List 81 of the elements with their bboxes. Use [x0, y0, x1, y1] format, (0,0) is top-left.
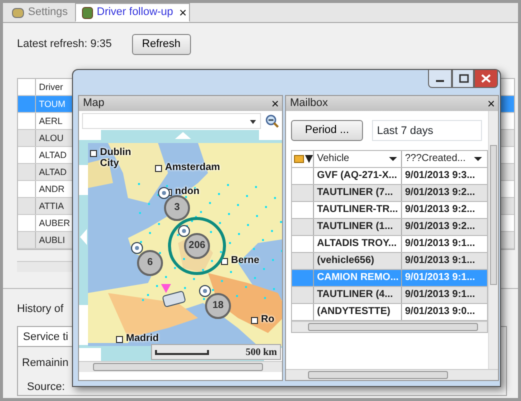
- scrollbar[interactable]: [286, 369, 498, 380]
- column-header[interactable]: ???Created...: [402, 151, 486, 167]
- period-field[interactable]: Last 7 days: [372, 120, 482, 141]
- table-cell-text: ANDR: [38, 183, 66, 196]
- table-cell-text: 9/01/2013 9:1...: [404, 254, 476, 268]
- table-cell: (vehicle656): [314, 253, 402, 269]
- table-cell: TAUTLINER (7...: [314, 185, 402, 201]
- table-cell: (ANDYTESTTE): [314, 304, 402, 320]
- envelope-icon: [294, 155, 304, 163]
- caret-icon: [250, 120, 256, 124]
- close-button[interactable]: ×: [481, 96, 498, 111]
- table-cell-text: 9/01/2013 9:3...: [404, 169, 476, 183]
- column-header[interactable]: Vehicle: [314, 151, 402, 167]
- table-cell-text: ALOU: [38, 132, 65, 145]
- tab[interactable]: Settings: [5, 3, 75, 22]
- city-label: Ro: [261, 314, 274, 325]
- field-label: Remainin: [22, 356, 68, 370]
- scrollbar[interactable]: [488, 111, 498, 369]
- table-cell: CAMION REMO...: [314, 270, 402, 286]
- city-label: Berne: [231, 255, 260, 266]
- panel-title: Mailbox: [290, 96, 328, 111]
- table-cell-text: ALTAD: [38, 149, 68, 162]
- column-header[interactable]: Driver: [36, 79, 76, 95]
- maximize-icon: [459, 74, 469, 83]
- close-button[interactable]: ×: [173, 6, 187, 19]
- table-cell: TAUTLINER (4...: [314, 287, 402, 303]
- city-label: ndon: [175, 186, 200, 197]
- table-cell-text: ALTAD: [38, 166, 68, 179]
- table-cell-text: 9/01/2013 9:1...: [404, 271, 476, 285]
- table-cell-text: 9/01/2013 9:1...: [404, 288, 476, 302]
- table-cell-text: ATTIA: [38, 200, 65, 213]
- city-marker-icon: [116, 336, 123, 343]
- city-label: Amsterdam: [165, 162, 220, 173]
- city-label: Madrid: [126, 333, 159, 344]
- scrollbar[interactable]: [292, 321, 487, 332]
- table-row[interactable]: TAUTLINER (7... 9/01/2013 9:2...: [292, 185, 487, 202]
- minimize-button[interactable]: [428, 70, 452, 88]
- period-button[interactable]: Period ...: [291, 120, 363, 141]
- map-view[interactable]: Dublin City Amsterdam ndon Berne Madrid Ro 3 206 6 18 500 km: [79, 130, 282, 361]
- table-cell-text: AUBLI: [38, 234, 66, 247]
- table-cell: TAUTLINER-TR...: [314, 202, 402, 218]
- panel-title: Map: [83, 96, 104, 111]
- table-cell-text: AERL: [38, 115, 64, 128]
- header-label: Vehicle: [317, 152, 350, 166]
- table-row[interactable]: TAUTLINER (1... 9/01/2013 9:2...: [292, 219, 487, 236]
- refresh-button[interactable]: Refresh: [132, 34, 191, 54]
- scrollbar[interactable]: [79, 361, 282, 372]
- table-cell: ALTADIS TROY...: [314, 236, 402, 252]
- table-cell-text: 9/01/2013 9:2...: [404, 203, 476, 217]
- refresh-time-label: Latest refresh: 9:35: [17, 37, 112, 52]
- table-row[interactable]: (vehicle656) 9/01/2013 9:1...: [292, 253, 487, 270]
- city-marker-icon: [90, 150, 97, 157]
- table-cell-text: 9/01/2013 9:2...: [404, 220, 476, 234]
- table-cell-text: 9/01/2013 9:1...: [404, 237, 476, 251]
- close-button[interactable]: [474, 70, 498, 88]
- close-button[interactable]: ×: [265, 96, 282, 111]
- table-row[interactable]: TAUTLINER (4... 9/01/2013 9:1...: [292, 287, 487, 304]
- zoom-out-icon[interactable]: [265, 114, 279, 128]
- section-title: History of: [17, 302, 64, 317]
- caret-icon: [389, 157, 397, 161]
- maximize-button[interactable]: [452, 70, 474, 88]
- tab[interactable]: Driver follow-up ×: [74, 3, 190, 22]
- filter-icon[interactable]: [305, 155, 313, 163]
- table-cell-text: 9/01/2013 9:0...: [404, 305, 476, 319]
- table-cell: GVF (AQ-271-X...: [314, 168, 402, 184]
- city-marker-icon: [251, 317, 258, 324]
- arrow-icon[interactable]: [175, 132, 191, 139]
- table-cell-text: AUBER: [38, 217, 72, 230]
- table-cell: TAUTLINER (1...: [314, 219, 402, 235]
- down-arrow-icon: [161, 284, 171, 293]
- arrow-icon[interactable]: [80, 229, 87, 245]
- city-label: Dublin City: [100, 147, 130, 169]
- scale-label: 500 km: [246, 346, 277, 360]
- caret-icon: [474, 157, 482, 161]
- table-cell-text: TOUM: [38, 98, 66, 111]
- table-cell-text: 9/01/2013 9:2...: [404, 186, 476, 200]
- field-label: Source:: [27, 380, 65, 395]
- header-label: ???Created...: [405, 152, 466, 166]
- scale-line-icon: [155, 350, 209, 354]
- close-icon: [481, 74, 491, 83]
- city-marker-icon: [155, 165, 162, 172]
